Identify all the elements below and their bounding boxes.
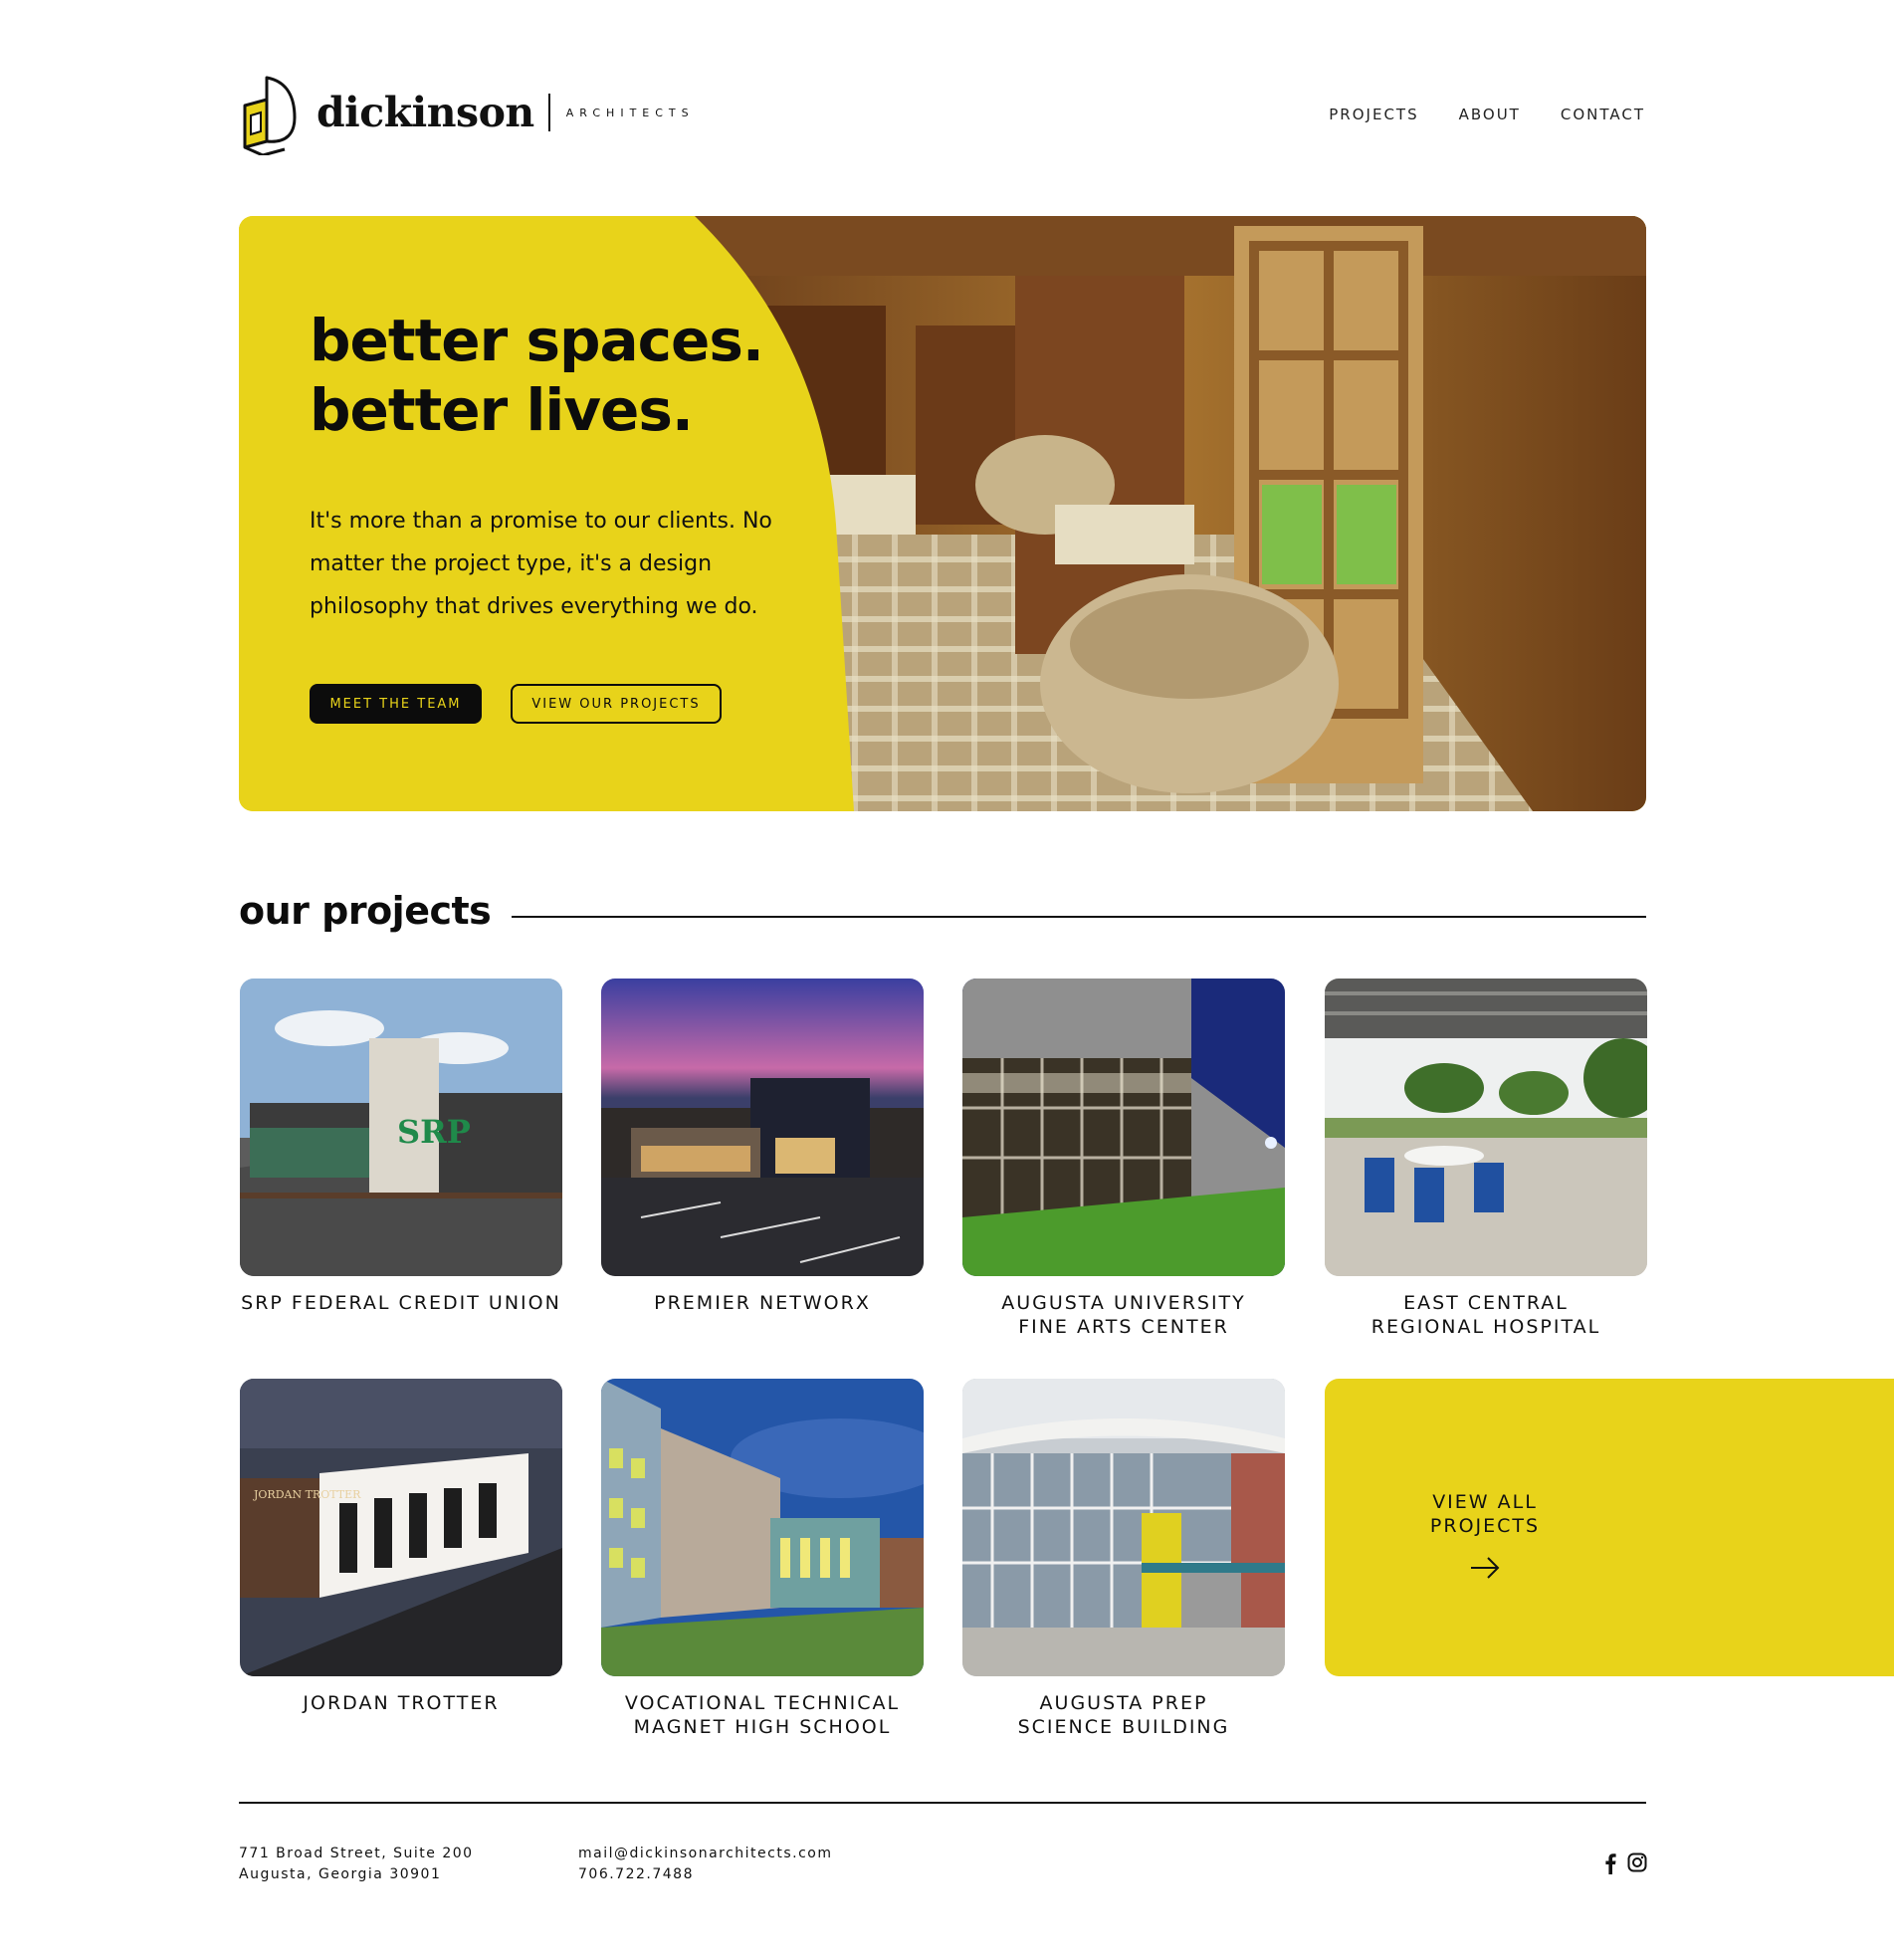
section-title: our projects: [239, 889, 492, 933]
project-thumbnail: [601, 1379, 924, 1676]
project-card-vocational-technical[interactable]: VOCATIONAL TECHNICAL MAGNET HIGH SCHOOL: [601, 1379, 924, 1739]
facebook-icon[interactable]: [1604, 1852, 1616, 1874]
project-label: EAST CENTRAL REGIONAL HOSPITAL: [1370, 1292, 1601, 1338]
brand-subtitle: ARCHITECTS: [565, 106, 695, 119]
view-projects-button[interactable]: VIEW OUR PROJECTS: [511, 684, 722, 724]
project-card-jordan-trotter[interactable]: JORDAN TROTTER JORDAN TROTTER: [240, 1379, 562, 1715]
site-header: dickinson ARCHITECTS PROJECTS ABOUT CONT…: [239, 68, 1645, 157]
nav-projects[interactable]: PROJECTS: [1329, 106, 1418, 123]
main-nav: PROJECTS ABOUT CONTACT: [1329, 106, 1645, 123]
arrow-right-icon: [1471, 1557, 1500, 1579]
project-label: AUGUSTA PREP SCIENCE BUILDING: [1017, 1692, 1230, 1738]
brand-name: dickinson: [316, 89, 534, 136]
projects-section-header: our projects: [239, 889, 1646, 939]
project-thumbnail: [962, 1379, 1285, 1676]
project-label: AUGUSTA UNIVERSITY FINE ARTS CENTER: [1001, 1292, 1246, 1338]
project-card-srp[interactable]: SRP SRP FEDERAL CREDIT UNION: [240, 979, 562, 1315]
project-card-east-central[interactable]: EAST CENTRAL REGIONAL HOSPITAL: [1325, 979, 1647, 1339]
address-line-1: 771 Broad Street, Suite 200: [239, 1846, 474, 1861]
nav-about[interactable]: ABOUT: [1459, 106, 1521, 123]
project-thumbnail: SRP: [240, 979, 562, 1276]
view-all-projects-card[interactable]: VIEW ALL PROJECTS: [1325, 1379, 1894, 1676]
footer-phone[interactable]: 706.722.7488: [578, 1864, 833, 1885]
project-card-premier-networx[interactable]: PREMIER NETWORX: [601, 979, 924, 1315]
section-divider: [512, 916, 1646, 918]
svg-text:SRP: SRP: [397, 1113, 471, 1151]
instagram-icon[interactable]: [1627, 1852, 1647, 1872]
address-line-2: Augusta, Georgia 30901: [239, 1866, 442, 1882]
project-thumbnail: JORDAN TROTTER: [240, 1379, 562, 1676]
project-thumbnail: [962, 979, 1285, 1276]
logo[interactable]: dickinson ARCHITECTS: [239, 68, 695, 157]
nav-contact[interactable]: CONTACT: [1561, 106, 1645, 123]
hero-heading-line-2: better lives.: [310, 376, 694, 444]
hero-description: It's more than a promise to our clients.…: [310, 509, 772, 619]
brand-divider: [547, 94, 550, 131]
project-label: SRP FEDERAL CREDIT UNION: [241, 1292, 561, 1314]
project-label: PREMIER NETWORX: [654, 1292, 871, 1314]
project-card-augusta-university[interactable]: AUGUSTA UNIVERSITY FINE ARTS CENTER: [962, 979, 1285, 1339]
project-thumbnail: [601, 979, 924, 1276]
hero-heading: better spaces. better lives.: [310, 306, 764, 445]
svg-text:JORDAN TROTTER: JORDAN TROTTER: [253, 1488, 361, 1501]
footer-email[interactable]: mail@dickinsonarchitects.com: [578, 1844, 833, 1864]
project-card-augusta-prep[interactable]: AUGUSTA PREP SCIENCE BUILDING: [962, 1379, 1285, 1739]
project-thumbnail: [1325, 979, 1647, 1276]
view-all-label: VIEW ALL PROJECTS: [1429, 1491, 1541, 1537]
project-label: VOCATIONAL TECHNICAL MAGNET HIGH SCHOOL: [624, 1692, 901, 1738]
footer-contact: mail@dickinsonarchitects.com 706.722.748…: [578, 1844, 833, 1885]
project-label: JORDAN TROTTER: [303, 1692, 500, 1714]
logo-mark-icon: [243, 76, 297, 155]
footer-address: 771 Broad Street, Suite 200 Augusta, Geo…: [239, 1844, 474, 1885]
meet-team-button[interactable]: MEET THE TEAM: [310, 684, 482, 724]
hero: better spaces. better lives. It's more t…: [239, 216, 1646, 811]
footer-divider: [239, 1802, 1646, 1804]
hero-heading-line-1: better spaces.: [310, 307, 764, 374]
